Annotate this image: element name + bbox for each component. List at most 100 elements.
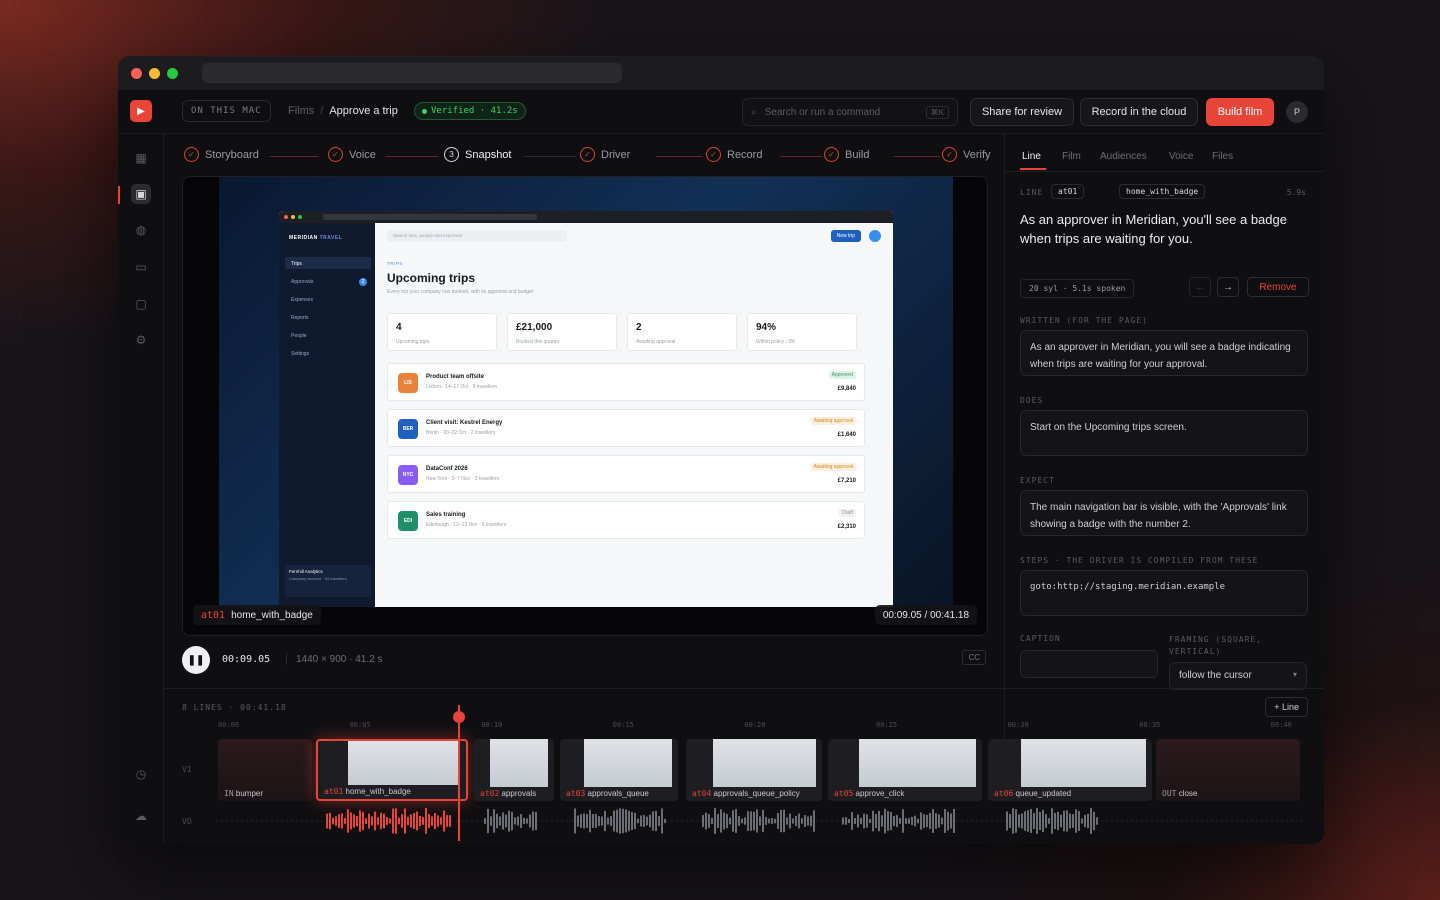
spoken-line-text[interactable]: As an approver in Meridian, you'll see a… [1020,210,1300,248]
share-for-review-button[interactable]: Share for review [970,98,1074,126]
timeline-tick: 00:15 [612,721,634,729]
step-verify[interactable]: ✓ Verify [942,147,991,162]
trip-row: LIS Product team offsite Lisbon · 14–17 Oc… [387,363,865,401]
previous-line-icon[interactable]: ← [1189,277,1211,297]
clock-icon[interactable]: ◷ [131,764,151,784]
waveform-bar [1015,809,1017,833]
tab-film[interactable]: Film [1062,151,1081,162]
video-preview[interactable]: MERIDIAN TRAVEL Trips Approvals 2 Expens… [182,176,988,636]
record-in-cloud-button[interactable]: Record in the cloud [1080,98,1198,126]
waveform-bar [508,810,510,832]
user-avatar[interactable]: P [1286,101,1308,123]
verified-dot-icon [422,108,427,114]
clip-name: approve_click [855,789,905,798]
globe-icon[interactable]: ◍ [131,220,151,240]
grid-icon[interactable]: ▦ [131,148,151,168]
maximize-window-button[interactable] [167,68,178,79]
breadcrumb-separator: / [320,105,324,117]
timeline-clip[interactable]: at04 approvals_queue_policy [686,739,822,801]
expect-textarea[interactable]: The main navigation bar is visible, with… [1020,490,1308,536]
waveform-bar [908,818,910,824]
settings-icon[interactable]: ⚙ [131,330,151,350]
step-snapshot[interactable]: 3 Snapshot [444,147,511,162]
clip-thumbnail [859,739,976,787]
verified-text: Verified · 41.2s [431,106,518,116]
step-record[interactable]: ✓ Record [706,147,762,162]
timeline-clip[interactable]: at02 approvals [474,739,554,801]
step-storyboard[interactable]: ✓ Storyboard [184,147,259,162]
waveform-bar [490,816,492,826]
trip-code-badge: BER [398,419,418,439]
clip-thumbnail [713,739,816,787]
step-label: Voice [349,148,376,161]
waveform-bar [362,811,364,831]
step-driver[interactable]: ✓ Driver [580,147,630,162]
waveform-bar [711,818,713,824]
voiceover-waveform[interactable] [216,801,1316,841]
waveform-bar [580,814,582,828]
window-titlebar [118,56,1324,90]
remove-line-button[interactable]: Remove [1247,277,1309,297]
tab-voice[interactable]: Voice [1169,151,1193,162]
playhead[interactable] [458,705,460,841]
step-build[interactable]: ✓ Build [824,147,869,162]
trip-row: BER Client visit: Kestrel Energy Berlin · … [387,409,865,447]
waveform-bar [353,814,355,828]
waveform-bar [744,817,746,825]
monitor-icon[interactable]: ▢ [131,294,151,314]
minimize-window-button[interactable] [149,68,160,79]
written-textarea[interactable]: As an approver in Meridian, you will see… [1020,330,1308,376]
timeline-clip[interactable]: at06 queue_updated [988,739,1152,801]
timeline-clip[interactable]: at05 approve_click [828,739,982,801]
address-bar[interactable] [202,63,622,83]
check-icon: ✓ [184,147,199,162]
clip-tag: OUT [1162,789,1177,798]
active-tab-indicator [1020,168,1046,170]
timeline-clip[interactable]: OUT close [1156,739,1300,801]
command-search-input[interactable]: ⌕ Search or run a command ⌘K [742,98,958,126]
step-voice[interactable]: ✓ Voice [328,147,376,162]
waveform-bar [792,818,794,824]
close-window-button[interactable] [131,68,142,79]
inner-heading: Upcoming trips [387,271,476,285]
pause-icon[interactable]: ❚❚ [182,646,210,674]
add-line-button[interactable]: + Line [1265,697,1308,717]
waveform-bar [944,809,946,833]
captions-toggle[interactable]: CC [962,650,986,665]
waveform-bar [601,816,603,826]
build-film-button[interactable]: Build film [1206,98,1274,126]
timeline-clip[interactable]: IN bumper [218,739,312,801]
framing-select[interactable]: follow the cursor ▾ [1169,662,1307,690]
playhead-handle[interactable] [453,711,465,723]
caption-input[interactable] [1020,650,1158,678]
breadcrumb-films[interactable]: Films [288,105,314,117]
waveform-bar [941,817,943,825]
trip-title: Product team offsite [426,374,485,380]
waveform-bar [893,816,895,826]
step-connector [386,156,438,157]
line-id-field[interactable]: at01 [1051,184,1085,199]
stat-card: 2 Awaiting approval [627,313,737,351]
does-textarea[interactable]: Start on the Upcoming trips screen. [1020,410,1308,456]
waveform-bar [774,818,776,824]
timeline-clip[interactable]: at03 approvals_queue [560,739,678,801]
cloud-icon[interactable]: ☁ [131,806,151,826]
check-icon: ✓ [706,147,721,162]
waveform-bar [410,814,412,828]
framing-value: follow the cursor [1179,670,1252,681]
timeline-clip[interactable]: at01 home_with_badge [316,739,468,801]
chat-icon[interactable]: ▭ [131,257,151,277]
waveform-bar [589,809,591,833]
steps-textarea[interactable]: goto:http://staging.meridian.example [1020,570,1308,616]
tab-line[interactable]: Line [1022,151,1041,162]
waveform-bar [726,813,728,829]
stat-label: Booked this quarter [516,339,560,345]
inner-account-name: Fernhill Analytics [289,569,323,574]
tab-audiences[interactable]: Audiences [1100,151,1147,162]
timeline-tick: 00:30 [1007,721,1029,729]
line-name-field[interactable]: home_with_badge [1119,184,1206,199]
film-icon[interactable]: ▣ [131,184,151,204]
tab-files[interactable]: Files [1212,151,1233,162]
next-line-icon[interactable]: → [1217,277,1239,297]
waveform-bar [947,811,949,831]
